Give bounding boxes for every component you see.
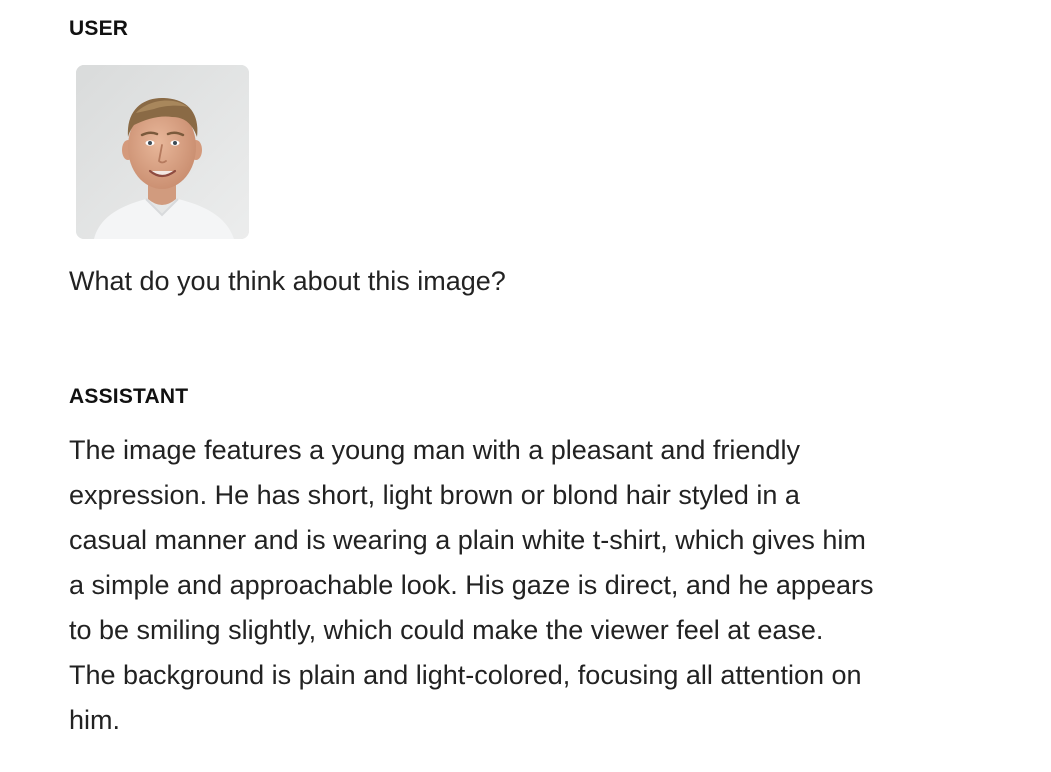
assistant-message-line: The background is plain and light-colore… [69,660,862,690]
assistant-message-line: casual manner and is wearing a plain whi… [69,525,866,555]
assistant-message-line: him. [69,705,121,735]
assistant-message-line: expression. He has short, light brown or… [69,480,800,510]
assistant-message-line: to be smiling slightly, which could make… [69,615,824,645]
user-role-label: USER [69,17,129,40]
assistant-message-line: The image features a young man with a pl… [69,435,800,465]
user-message: What do you think about this image? [69,266,506,296]
assistant-message-line: a simple and approachable look. His gaze… [69,570,874,600]
assistant-message: The image features a young man with a pl… [69,428,969,743]
user-attached-image[interactable] [76,65,249,239]
assistant-role-label: ASSISTANT [69,385,189,408]
